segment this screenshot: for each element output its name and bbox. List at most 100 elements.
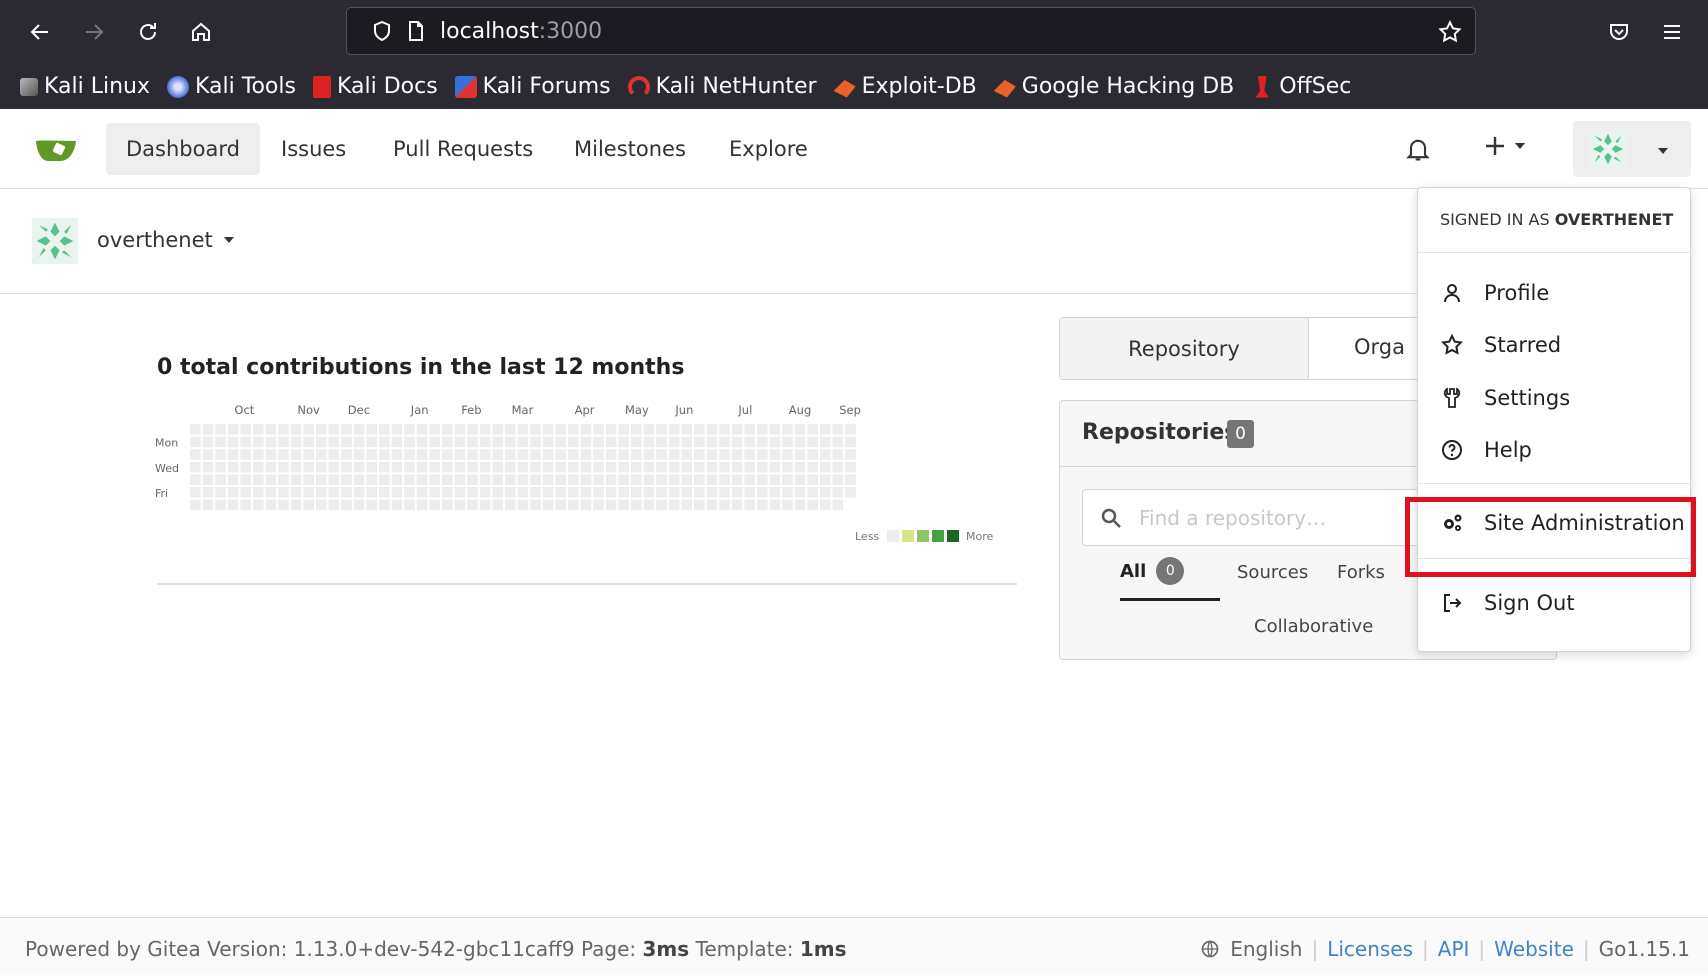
bookmark-kali-nethunter[interactable]: Kali NetHunter bbox=[627, 74, 817, 99]
heatmap-cell bbox=[517, 424, 529, 435]
pocket-button[interactable] bbox=[1599, 12, 1639, 52]
nav-explore[interactable]: Explore bbox=[709, 123, 828, 175]
tab-repository[interactable]: Repository bbox=[1060, 318, 1309, 379]
heatmap-cell bbox=[202, 424, 214, 435]
heatmap-cell bbox=[215, 449, 226, 460]
bookmark-star-icon[interactable] bbox=[1437, 19, 1463, 45]
nav-issues[interactable]: Issues bbox=[261, 123, 366, 175]
person-icon bbox=[1444, 284, 1460, 303]
kali-nethunter-icon bbox=[627, 75, 650, 98]
back-button[interactable] bbox=[20, 12, 60, 52]
licenses-link[interactable]: Licenses bbox=[1327, 937, 1413, 961]
context-user-dropdown[interactable]: overthenet bbox=[97, 228, 235, 252]
url-bar[interactable]: localhost:3000 bbox=[346, 7, 1476, 55]
bookmark-kali-docs[interactable]: Kali Docs bbox=[312, 74, 438, 99]
api-link[interactable]: API bbox=[1438, 937, 1470, 961]
heatmap-cell bbox=[668, 499, 680, 511]
menu-item-profile[interactable]: Profile bbox=[1440, 273, 1549, 313]
heatmap-cell bbox=[757, 487, 768, 498]
heatmap-cell bbox=[328, 436, 340, 448]
highlight-annotation bbox=[1405, 497, 1696, 577]
user-menu-button[interactable] bbox=[1573, 121, 1691, 177]
heatmap-cell bbox=[605, 474, 617, 485]
heatmap-cell bbox=[668, 436, 680, 448]
heatmap-cell bbox=[769, 487, 781, 498]
bookmark-google-hacking-db[interactable]: Google Hacking DB bbox=[993, 74, 1234, 99]
menu-item-starred[interactable]: Starred bbox=[1440, 325, 1561, 365]
heatmap-cell bbox=[845, 461, 856, 473]
heatmap-cell bbox=[416, 449, 428, 460]
filter-collaborative-tab[interactable]: Collaborative bbox=[1254, 616, 1373, 637]
heatmap-cell bbox=[517, 487, 529, 498]
heatmap-cell bbox=[794, 474, 806, 485]
heatmap-cell bbox=[190, 461, 201, 473]
heatmap-cell bbox=[265, 436, 277, 448]
home-button[interactable] bbox=[181, 12, 221, 52]
bookmarks-bar: Kali Linux Kali Tools Kali Docs Kali For… bbox=[0, 64, 1708, 109]
bookmark-kali-linux[interactable]: Kali Linux bbox=[20, 74, 150, 99]
heatmap-cell bbox=[618, 449, 629, 460]
bookmark-kali-forums[interactable]: Kali Forums bbox=[454, 74, 611, 99]
heatmap-cell bbox=[227, 449, 239, 460]
filter-sources-tab[interactable]: Sources bbox=[1237, 562, 1308, 583]
heatmap-cell bbox=[744, 449, 755, 460]
bookmark-kali-tools[interactable]: Kali Tools bbox=[167, 74, 296, 99]
heatmap-cell bbox=[681, 461, 692, 473]
heatmap-cell bbox=[479, 499, 491, 511]
nav-dashboard[interactable]: Dashboard bbox=[106, 123, 260, 175]
heatmap-cell bbox=[517, 449, 529, 460]
heatmap-cell bbox=[253, 449, 264, 460]
heatmap-cell bbox=[643, 461, 655, 473]
heatmap-cell bbox=[253, 424, 264, 435]
website-link[interactable]: Website bbox=[1494, 937, 1574, 961]
shield-icon[interactable] bbox=[370, 19, 394, 43]
menu-item-sign-out[interactable]: Sign Out bbox=[1440, 583, 1575, 623]
language-selector[interactable]: English bbox=[1230, 937, 1302, 961]
heatmap-title: 0 total contributions in the last 12 mon… bbox=[157, 355, 685, 380]
heatmap-cell bbox=[807, 461, 818, 473]
gitea-logo-icon[interactable] bbox=[34, 133, 78, 165]
nav-pull-requests[interactable]: Pull Requests bbox=[373, 123, 553, 175]
nav-label: Pull Requests bbox=[393, 137, 534, 161]
heatmap-cell bbox=[190, 449, 201, 460]
tab-organization[interactable]: Orga bbox=[1354, 335, 1405, 359]
heatmap-cell bbox=[391, 449, 403, 460]
bookmark-offsec[interactable]: OffSec bbox=[1251, 74, 1351, 99]
menu-item-settings[interactable]: Settings bbox=[1440, 378, 1570, 418]
heatmap-cell bbox=[744, 499, 755, 511]
filter-all-tab[interactable]: All 0 bbox=[1120, 557, 1185, 585]
forward-button[interactable] bbox=[74, 12, 114, 52]
heatmap-cell bbox=[731, 436, 743, 448]
pocket-icon bbox=[1610, 24, 1628, 40]
heatmap-cell bbox=[807, 499, 818, 511]
menu-item-help[interactable]: Help bbox=[1440, 430, 1532, 470]
heatmap-cell bbox=[303, 449, 314, 460]
day-label: Wed bbox=[155, 462, 179, 475]
create-menu[interactable] bbox=[1484, 135, 1526, 157]
heatmap-cell bbox=[656, 449, 667, 460]
month-label: Nov bbox=[297, 403, 320, 417]
heatmap-cell bbox=[290, 424, 302, 435]
legend-more-label: More bbox=[966, 530, 994, 543]
reload-button[interactable] bbox=[128, 12, 168, 52]
heatmap-cell bbox=[454, 487, 466, 498]
divider bbox=[157, 583, 1017, 585]
app-menu-button[interactable] bbox=[1652, 12, 1692, 52]
heatmap-cell bbox=[379, 474, 390, 485]
filter-forks-tab[interactable]: Forks bbox=[1337, 562, 1385, 583]
heatmap-cell bbox=[290, 487, 302, 498]
bookmark-exploit-db[interactable]: Exploit-DB bbox=[833, 74, 977, 99]
bell-icon[interactable] bbox=[1404, 135, 1432, 163]
nav-milestones[interactable]: Milestones bbox=[554, 123, 706, 175]
heatmap-cell bbox=[253, 499, 264, 511]
heatmap-cell bbox=[631, 436, 642, 448]
heatmap-cell bbox=[820, 461, 831, 473]
heatmap-cell bbox=[467, 487, 478, 498]
heatmap-cell bbox=[454, 424, 466, 435]
month-label: Jun bbox=[674, 403, 693, 417]
bookmark-label: Exploit-DB bbox=[861, 74, 977, 99]
kali-tools-icon bbox=[167, 75, 190, 98]
heatmap-cell bbox=[593, 449, 604, 460]
heatmap-cell bbox=[618, 461, 629, 473]
heatmap-cell bbox=[769, 424, 781, 435]
